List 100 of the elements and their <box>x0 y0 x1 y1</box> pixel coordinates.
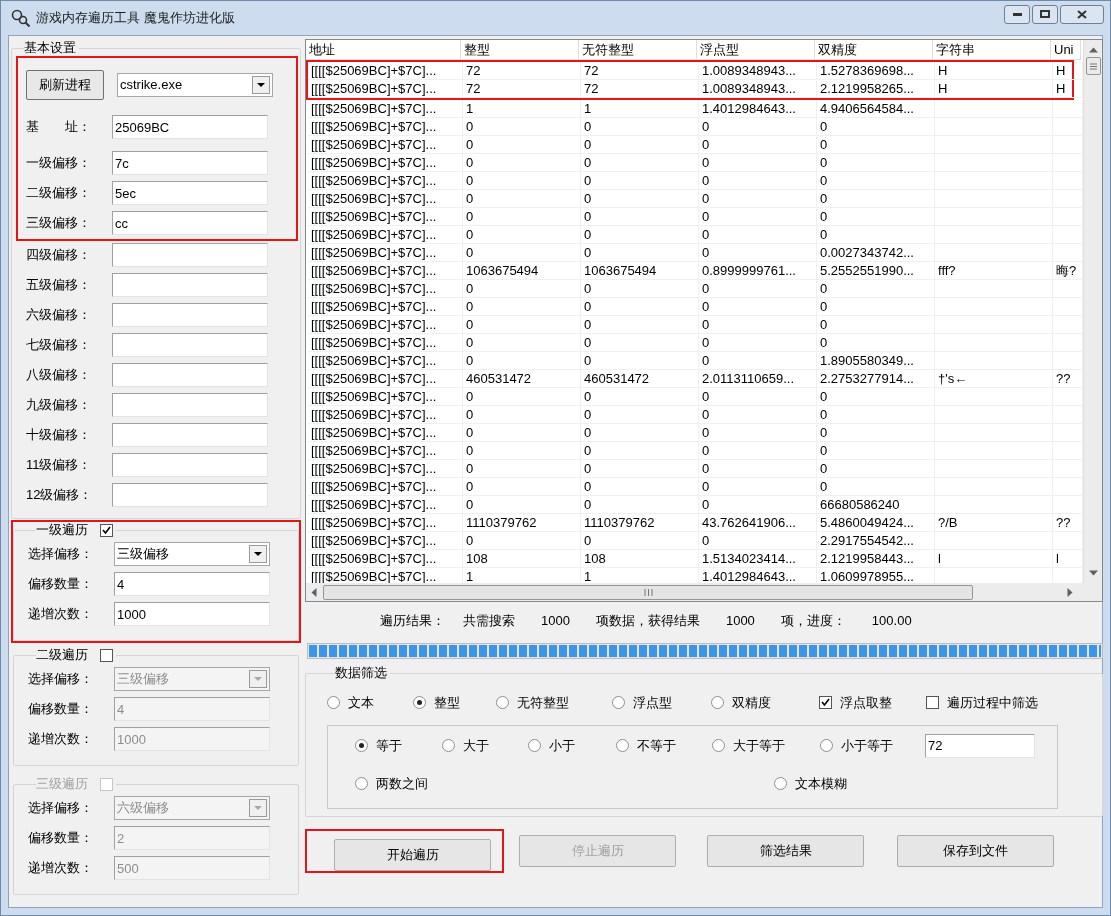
radio-button[interactable] <box>820 739 833 752</box>
column-header[interactable]: 浮点型 <box>697 40 815 60</box>
group-title: 二级遍历 <box>36 647 88 663</box>
radio-button[interactable] <box>327 696 340 710</box>
table-cell: 0 <box>699 352 817 370</box>
table-cell: 72 <box>581 62 699 80</box>
maximize-button[interactable] <box>1032 4 1058 24</box>
scroll-left-icon <box>311 587 317 597</box>
column-header[interactable]: 整型 <box>461 40 579 60</box>
radio-label[interactable]: 大于等于 <box>733 735 785 756</box>
table-cell: 0 <box>699 316 817 334</box>
horizontal-scrollbar[interactable] <box>306 583 1102 601</box>
input-field[interactable]: 72 <box>925 733 1035 758</box>
field-label: 递增次数： <box>28 859 94 878</box>
checkbox-label[interactable]: 遍历过程中筛选 <box>947 693 1038 713</box>
input-field[interactable]: 25069BC <box>112 115 268 139</box>
table-cell: 0 <box>817 478 935 496</box>
radio-label[interactable]: 小于等于 <box>841 735 893 756</box>
radio-label[interactable]: 等于 <box>376 735 402 756</box>
results-text: 项，进度： <box>780 612 846 631</box>
radio-label[interactable]: 文本 <box>348 693 374 713</box>
field-label: 七级偏移： <box>26 336 92 355</box>
table-cell: 0 <box>699 136 817 154</box>
checkbox[interactable] <box>100 523 113 537</box>
maximize-icon <box>1040 10 1050 18</box>
radio-button[interactable] <box>711 696 724 710</box>
table-cell: [[[[$25069BC]+$7C]... <box>308 478 463 496</box>
table-cell: 0 <box>581 190 699 208</box>
table-cell: [[[[$25069BC]+$7C]... <box>308 496 463 514</box>
table-cell: [[[[$25069BC]+$7C]... <box>308 388 463 406</box>
table-cell: l <box>935 550 1053 568</box>
input-field[interactable] <box>112 243 268 267</box>
radio-button[interactable] <box>355 739 368 752</box>
table-cell: [[[[$25069BC]+$7C]... <box>308 442 463 460</box>
radio-button[interactable] <box>528 739 541 752</box>
table-cell: 72 <box>581 80 699 98</box>
input-field[interactable]: 7c <box>112 151 268 175</box>
input-field[interactable]: 4 <box>114 572 270 596</box>
radio-button[interactable] <box>413 696 426 710</box>
table-cell: 0 <box>581 298 699 316</box>
input-field[interactable] <box>112 303 268 327</box>
minimize-button[interactable] <box>1004 4 1030 24</box>
radio-label[interactable]: 整型 <box>434 693 460 713</box>
dropdown[interactable]: 三级偏移 <box>114 542 270 566</box>
column-header[interactable]: Uni <box>1051 40 1081 60</box>
close-button[interactable] <box>1060 4 1104 24</box>
checkbox[interactable] <box>926 696 939 710</box>
input-field[interactable] <box>112 393 268 417</box>
input-field[interactable] <box>112 333 268 357</box>
radio-label[interactable]: 无符整型 <box>517 693 569 713</box>
action-button[interactable]: 开始遍历 <box>334 839 491 871</box>
radio-label[interactable]: 浮点型 <box>633 693 672 713</box>
table-cell: 0 <box>463 118 581 136</box>
field-label: 递增次数： <box>28 605 94 624</box>
radio-label[interactable]: 文本模糊 <box>795 773 847 794</box>
column-header[interactable]: 双精度 <box>815 40 933 60</box>
input-field[interactable] <box>112 273 268 297</box>
refresh-process-button[interactable]: 刷新进程 <box>26 70 104 100</box>
dropdown[interactable]: cstrike.exe <box>117 73 273 97</box>
scroll-thumb[interactable] <box>323 584 973 600</box>
vertical-scrollbar[interactable] <box>1083 40 1102 583</box>
radio-button[interactable] <box>496 696 509 710</box>
checkbox[interactable] <box>819 696 832 710</box>
radio-button[interactable] <box>612 696 625 710</box>
field-label: 十级偏移： <box>26 426 92 445</box>
radio-button[interactable] <box>712 739 725 752</box>
results-text: 1000 <box>725 612 755 631</box>
table-cell: 1.5278369698... <box>817 62 935 80</box>
radio-button[interactable] <box>774 777 787 790</box>
field-label: 选择偏移： <box>28 799 94 818</box>
radio-button[interactable] <box>616 739 629 752</box>
table-cell: [[[[$25069BC]+$7C]... <box>308 136 463 154</box>
radio-label[interactable]: 不等于 <box>637 735 676 756</box>
input-field[interactable] <box>112 363 268 387</box>
column-header[interactable]: 字符串 <box>933 40 1051 60</box>
scroll-thumb[interactable] <box>1085 57 1101 75</box>
input-field[interactable] <box>112 483 268 507</box>
table-cell: 0 <box>817 118 935 136</box>
table-cell: 2.0113110659... <box>699 370 817 388</box>
input-field[interactable] <box>112 423 268 447</box>
radio-label[interactable]: 双精度 <box>732 693 771 713</box>
radio-label[interactable]: 两数之间 <box>376 773 428 794</box>
results-text: 100.00 <box>871 612 912 631</box>
action-button[interactable]: 保存到文件 <box>897 835 1054 867</box>
column-header[interactable]: 地址 <box>306 40 461 60</box>
action-button[interactable]: 筛选结果 <box>707 835 864 867</box>
radio-button[interactable] <box>442 739 455 752</box>
table-cell: [[[[$25069BC]+$7C]... <box>308 514 463 532</box>
input-field[interactable]: 1000 <box>114 602 270 626</box>
table-cell: 43.762641906... <box>699 514 817 532</box>
radio-button[interactable] <box>355 777 368 790</box>
input-field[interactable]: cc <box>112 211 268 235</box>
group-title: 数据筛选 <box>335 665 387 681</box>
column-header[interactable]: 无符整型 <box>579 40 697 60</box>
radio-label[interactable]: 小于 <box>549 735 575 756</box>
input-field[interactable] <box>112 453 268 477</box>
radio-label[interactable]: 大于 <box>463 735 489 756</box>
checkbox-label[interactable]: 浮点取整 <box>840 693 892 713</box>
field-label: 基 址： <box>26 118 92 137</box>
input-field[interactable]: 5ec <box>112 181 268 205</box>
